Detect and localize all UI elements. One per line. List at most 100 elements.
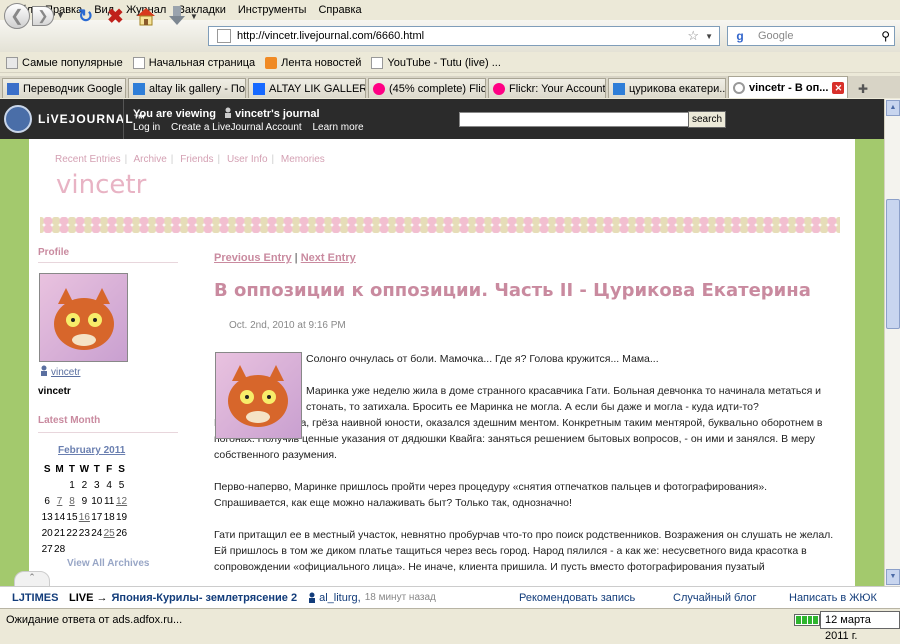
livejournal-logo[interactable]: LiVEJOURNAL™ <box>4 105 147 133</box>
write-link[interactable]: Написать в ЖЮК <box>789 592 877 604</box>
ljtimes-bar: LJTIMES LIVE → Япония-Курилы- землетрясе… <box>0 586 900 608</box>
scroll-thumb[interactable] <box>886 199 900 329</box>
calendar-day[interactable]: 12 <box>115 493 127 509</box>
profile-name: vincetr <box>38 386 71 397</box>
vertical-scrollbar[interactable]: ▲ ▼ <box>884 99 900 586</box>
tab-favicon-icon <box>253 82 265 95</box>
tab-tsurikova[interactable]: цурикова екатери... <box>608 78 726 98</box>
lj-logo-icon <box>4 105 32 133</box>
tab-label: altay lik gallery - По... <box>149 82 246 95</box>
status-progress-icon <box>794 614 820 626</box>
scroll-down-icon[interactable]: ▼ <box>886 569 900 585</box>
url-dropdown-icon[interactable]: ▼ <box>705 32 713 41</box>
entry-paragraph: Солонго очнулась от боли. Мамочка... Где… <box>306 353 659 365</box>
calendar-weekday: F <box>106 463 113 475</box>
bookmark-youtube[interactable]: YouTube - Tutu (live) ... <box>371 56 501 69</box>
calendar-day: 1 <box>69 479 75 491</box>
tab-favicon-icon <box>7 82 19 95</box>
user-icon <box>41 365 47 376</box>
live-headline-link[interactable]: Япония-Курилы- землетрясение 2 <box>112 592 298 604</box>
tab-google-translate[interactable]: Переводчик Google <box>2 78 126 98</box>
status-date: 12 марта 2011 г. <box>820 611 900 642</box>
nav-recent-entries[interactable]: Recent Entries <box>55 154 121 165</box>
user-icon <box>225 107 231 118</box>
download-dropdown-icon[interactable]: ▼ <box>190 12 198 21</box>
page-icon <box>371 56 384 69</box>
bookmark-label: YouTube - Tutu (live) ... <box>387 56 501 69</box>
sidebar-divider <box>38 262 178 263</box>
calendar-day[interactable]: 8 <box>66 493 78 509</box>
bookmark-label: Самые популярные <box>22 56 123 69</box>
menu-tools[interactable]: Инструменты <box>238 4 307 16</box>
forward-arrow-icon: ❯ <box>37 8 49 23</box>
recommend-entry-link[interactable]: Рекомендовать запись <box>519 592 635 604</box>
calendar-day[interactable]: 16 <box>78 509 90 525</box>
tab-bar: Переводчик Google altay lik gallery - По… <box>0 76 900 98</box>
random-blog-link[interactable]: Случайный блог <box>673 592 757 604</box>
nav-archive[interactable]: Archive <box>133 154 166 165</box>
profile-user-link[interactable]: vincetr <box>39 365 80 378</box>
url-text[interactable]: http://vincetr.livejournal.com/6660.html <box>237 30 687 42</box>
search-box[interactable]: g Google ⚲ <box>727 26 895 46</box>
lj-search-button[interactable]: search <box>688 111 726 128</box>
nav-user-info[interactable]: User Info <box>227 154 268 165</box>
bookmark-star-icon[interactable]: ☆ <box>687 28 699 44</box>
ljtimes-logo[interactable]: LJTIMES <box>12 592 67 604</box>
tab-close-icon[interactable]: ✕ <box>832 81 845 94</box>
address-bar[interactable]: http://vincetr.livejournal.com/6660.html… <box>208 26 720 46</box>
calendar-day: 18 <box>103 511 115 523</box>
calendar-day: 20 <box>41 527 53 539</box>
calendar-day[interactable]: 25 <box>103 525 115 541</box>
calendar-day <box>41 477 53 493</box>
back-button[interactable]: ❮ <box>4 3 30 29</box>
bookmark-news-feed[interactable]: Лента новостей <box>265 56 361 69</box>
menu-help[interactable]: Справка <box>318 4 361 16</box>
calendar-month-link[interactable]: February 2011 <box>58 445 125 456</box>
search-icon[interactable]: ⚲ <box>881 29 890 43</box>
create-account-link[interactable]: Create a LiveJournal Account <box>171 122 302 133</box>
tab-altay-behance[interactable]: ALTAY LIK GALLERY... <box>248 78 366 98</box>
status-bar: Ожидание ответа от ads.adfox.ru... 12 ма… <box>0 608 900 642</box>
calendar-weekday: M <box>55 463 64 475</box>
tab-flickr-upload[interactable]: (45% complete) Flic... <box>368 78 486 98</box>
view-all-archives-link[interactable]: View All Archives <box>67 558 149 569</box>
bookmark-most-visited[interactable]: Самые популярные <box>6 56 123 69</box>
nav-memories[interactable]: Memories <box>281 154 325 165</box>
forward-button[interactable]: ❯ <box>32 6 54 26</box>
nav-friends[interactable]: Friends <box>180 154 213 165</box>
home-icon[interactable] <box>135 5 157 27</box>
profile-username-link[interactable]: vincetr <box>51 367 80 378</box>
search-placeholder[interactable]: Google <box>752 30 881 42</box>
calendar-day <box>115 541 127 557</box>
google-icon[interactable]: g <box>728 27 752 45</box>
tab-flickr-account[interactable]: Flickr: Your Account <box>488 78 606 98</box>
download-icon[interactable] <box>166 4 188 28</box>
reload-icon[interactable]: ↻ <box>78 6 93 27</box>
calendar-day: 22 <box>66 527 78 539</box>
ljtimes-user-link[interactable]: al_liturg, <box>319 592 361 604</box>
scroll-up-icon[interactable]: ▲ <box>886 100 900 116</box>
stop-icon[interactable]: ✖ <box>107 4 124 29</box>
history-dropdown-icon[interactable]: ▼ <box>56 10 65 20</box>
previous-entry-link[interactable]: Previous Entry <box>214 252 292 264</box>
viewed-journal-link[interactable]: vincetr's journal <box>235 108 320 120</box>
nav-divider: | <box>124 154 128 165</box>
livejournal-header: LiVEJOURNAL™ You are viewing vincetr's j… <box>0 99 884 139</box>
login-link[interactable]: Log in <box>133 122 160 133</box>
calendar-day[interactable]: 7 <box>53 493 65 509</box>
learn-more-link[interactable]: Learn more <box>312 122 363 133</box>
tab-label: ALTAY LIK GALLERY... <box>269 82 365 95</box>
profile-avatar[interactable] <box>39 273 128 362</box>
tab-list-icon[interactable]: ✚ <box>854 80 872 98</box>
sidebar-divider <box>38 432 178 433</box>
tab-vincetr[interactable]: vincetr - В оп... ✕ <box>728 76 848 98</box>
scroll-top-toggle-icon[interactable]: ⌃ <box>14 571 50 587</box>
calendar-day: 27 <box>41 543 53 555</box>
journal-title[interactable]: vincetr <box>56 170 146 200</box>
tab-altay-gallery[interactable]: altay lik gallery - По... <box>128 78 246 98</box>
calendar-day <box>78 541 90 557</box>
loading-icon <box>733 81 745 94</box>
bookmark-start-page[interactable]: Начальная страница <box>132 56 255 69</box>
next-entry-link[interactable]: Next Entry <box>301 252 356 264</box>
lj-search-input[interactable] <box>459 112 689 127</box>
